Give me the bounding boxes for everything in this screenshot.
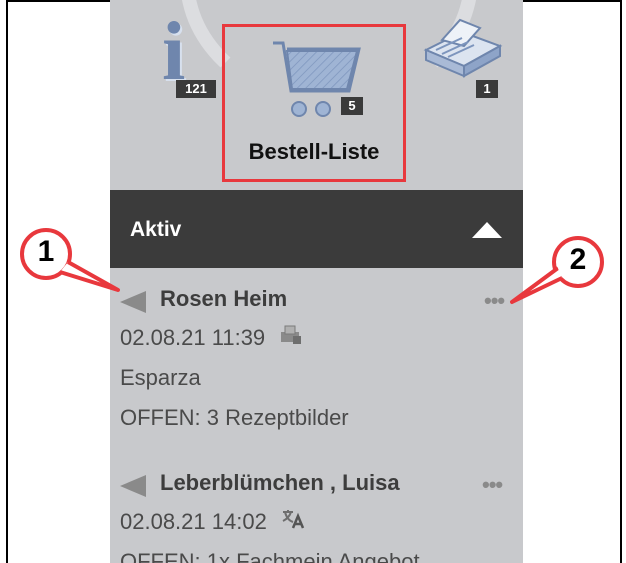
order-datetime-row: 02.08.21 11:39 [120,318,520,358]
section-title: Aktiv [130,218,182,241]
order-datetime: 02.08.21 14:02 [120,509,267,534]
frame-border-left [6,0,8,563]
printer-icon [279,319,303,359]
order-customer: Esparza [120,365,201,390]
order-status: OFFEN: 1x Fachmein Angebot [120,549,420,563]
order-name: Rosen Heim [160,286,288,311]
order-list-item[interactable]: Rosen Heim ••• 02.08.21 11:39 Esparza OF… [120,284,520,438]
order-datetime: 02.08.21 11:39 [120,325,266,350]
cash-register-button[interactable]: 1 [410,10,510,110]
info-count-badge: 121 [176,80,216,98]
order-status: OFFEN: 3 Rezeptbilder [120,405,349,430]
order-list-count-badge: 5 [341,97,363,115]
callout-number-1: 1 [37,235,55,268]
toolbar: i 121 5 Bestell-Liste 1 [110,0,523,190]
active-section-header[interactable]: Aktiv [110,190,523,268]
order-list-label: Bestell-Liste [248,139,380,164]
frame-border-right [620,0,622,563]
order-datetime-row: 02.08.21 14:02 [120,502,520,542]
callout-number-2: 2 [569,243,587,276]
order-list-item[interactable]: Leberblümchen , Luisa ••• 02.08.21 14:02… [120,468,520,563]
order-list-button[interactable]: 5 Bestell-Liste [222,24,406,182]
order-sidebar-panel: i 121 5 Bestell-Liste 1 Aktiv Rosen Heim… [110,0,523,563]
chevron-up-icon[interactable] [472,222,502,243]
order-name: Leberblümchen , Luisa [160,470,400,495]
cash-register-count-badge: 1 [476,80,498,98]
translate-icon [281,503,305,543]
triangle-left-icon[interactable] [120,475,146,502]
more-options-icon[interactable]: ••• [482,472,503,498]
